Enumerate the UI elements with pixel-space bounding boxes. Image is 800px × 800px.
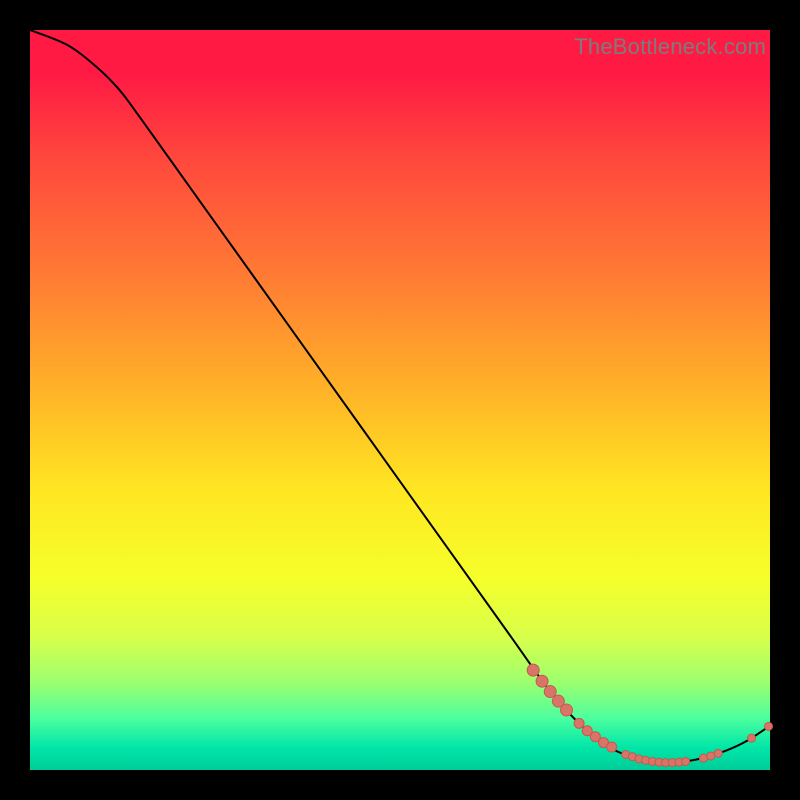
data-point-marker bbox=[699, 754, 707, 762]
chart-svg bbox=[30, 30, 770, 770]
chart-plot-area: TheBottleneck.com bbox=[30, 30, 770, 770]
markers-group bbox=[527, 664, 772, 767]
data-point-marker bbox=[765, 722, 773, 730]
data-point-marker bbox=[536, 675, 548, 687]
data-point-marker bbox=[682, 757, 690, 765]
bottleneck-curve bbox=[30, 30, 770, 763]
data-point-marker bbox=[544, 686, 556, 698]
data-point-marker bbox=[714, 749, 722, 757]
data-point-marker bbox=[607, 742, 617, 752]
data-point-marker bbox=[748, 734, 756, 742]
data-point-marker bbox=[574, 718, 584, 728]
data-point-marker bbox=[561, 704, 573, 716]
data-point-marker bbox=[707, 752, 715, 760]
data-point-marker bbox=[527, 664, 539, 676]
